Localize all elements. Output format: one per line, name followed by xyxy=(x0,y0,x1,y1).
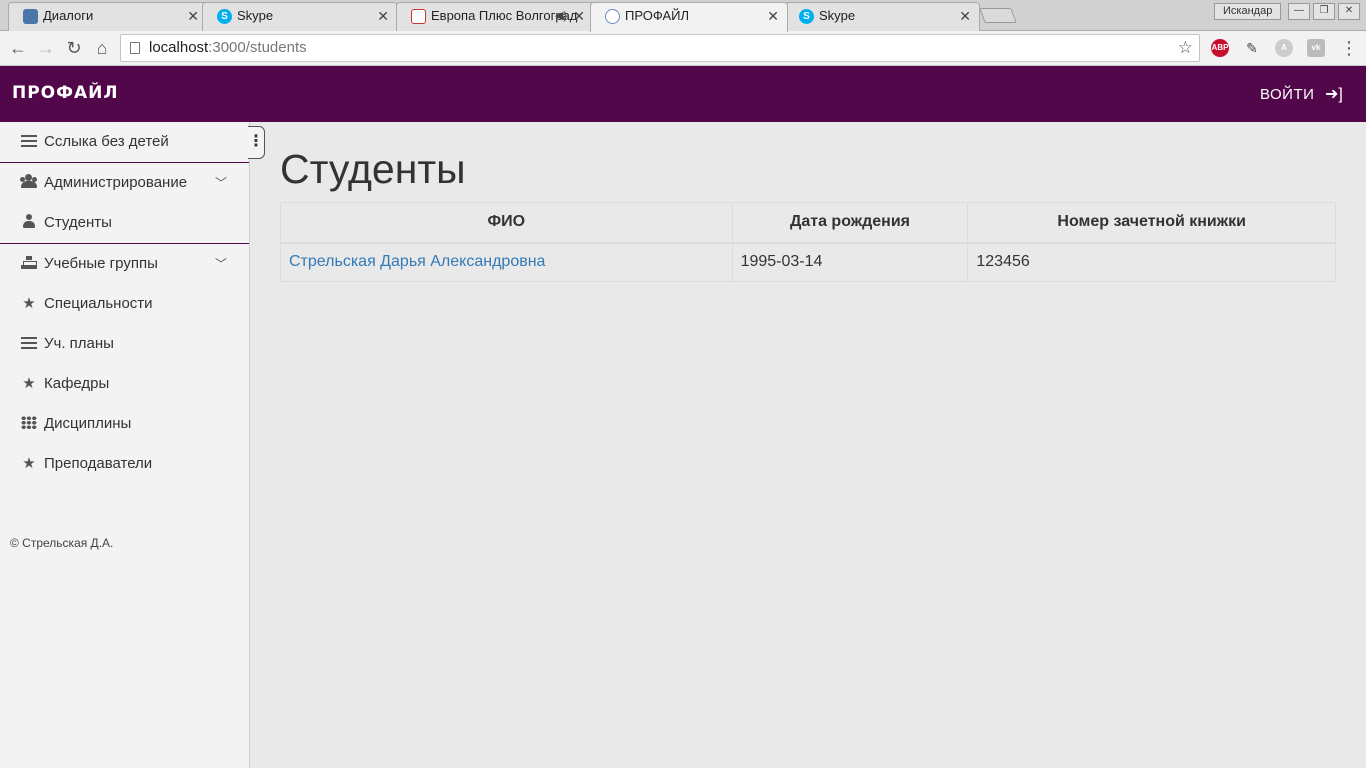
url-path: :3000/students xyxy=(208,39,307,56)
new-tab-button[interactable] xyxy=(979,8,1017,23)
browser-profile-button[interactable]: Искандар xyxy=(1214,3,1282,20)
student-link[interactable]: Стрельская Дарья Александровна xyxy=(289,253,545,270)
restore-icon[interactable]: ❐ xyxy=(1313,3,1335,20)
reload-icon[interactable]: ↻ xyxy=(62,36,86,60)
star-icon: ★ xyxy=(22,455,36,472)
main-content: Студенты ФИО Дата рождения Номер зачетно… xyxy=(250,122,1366,768)
sidebar-item-study-groups[interactable]: Учебные группы ﹀ xyxy=(0,244,249,284)
tab-title: Skype xyxy=(237,8,274,23)
sidebar-item-label: Специальности xyxy=(44,295,153,312)
close-icon[interactable]: ✕ xyxy=(573,3,585,29)
table-cell-fio: Стрельская Дарья Александровна xyxy=(280,242,733,282)
list-icon xyxy=(18,122,40,162)
browser-tab-profile[interactable]: ПРОФАЙЛ ✕ xyxy=(590,2,788,32)
browser-toolbar: ← → ↻ ⌂ localhost:3000/students ☆ ABP ✎ … xyxy=(0,31,1366,66)
color-picker-icon[interactable]: ✎ xyxy=(1243,39,1261,57)
tab-title: Диалоги xyxy=(43,8,94,23)
column-header-fio[interactable]: ФИО xyxy=(280,202,733,244)
sidebar-item-label: Уч. планы xyxy=(44,335,114,352)
browser-tab-skype-2[interactable]: S Skype ✕ xyxy=(784,2,980,31)
login-button[interactable]: ВОЙТИ xyxy=(1260,86,1314,103)
adblock-icon[interactable]: ABP xyxy=(1211,39,1229,57)
close-icon[interactable]: ✕ xyxy=(767,3,779,29)
browser-menu-icon[interactable]: ⋮ xyxy=(1340,37,1358,59)
browser-tab-dialogs[interactable]: Диалоги ✕ xyxy=(8,2,208,31)
tab-title: ПРОФАЙЛ xyxy=(625,8,689,23)
star-icon: ★ xyxy=(22,375,36,392)
close-icon[interactable]: ✕ xyxy=(187,3,199,29)
url-host: localhost xyxy=(149,39,209,56)
sidebar-footer: © Стрельская Д.А. xyxy=(10,536,114,550)
sidebar-item-label: Сслыка без детей xyxy=(44,133,169,150)
close-icon[interactable]: ✕ xyxy=(377,3,389,29)
vk-icon xyxy=(23,9,38,24)
chevron-down-icon: ﹀ xyxy=(214,176,227,190)
close-icon[interactable]: ✕ xyxy=(959,3,971,29)
sidebar-item-administration[interactable]: Администрирование ﹀ xyxy=(0,163,249,203)
browser-tab-skype-1[interactable]: S Skype ✕ xyxy=(202,2,398,31)
sidebar-item-specialties[interactable]: ★ Специальности xyxy=(0,284,249,324)
table-header-row: ФИО Дата рождения Номер зачетной книжки xyxy=(280,202,1336,244)
sidebar-item-label: Учебные группы xyxy=(44,255,158,272)
students-table: ФИО Дата рождения Номер зачетной книжки … xyxy=(280,202,1336,282)
home-icon[interactable]: ⌂ xyxy=(90,36,114,60)
sidebar-item-label: Студенты xyxy=(44,214,112,231)
sitemap-icon xyxy=(18,244,40,284)
page-info-icon[interactable] xyxy=(130,42,140,54)
vk-extension-icon[interactable]: vk xyxy=(1307,39,1325,57)
sidebar: Сслыка без детей Администрирование ﹀ Сту… xyxy=(0,122,250,768)
minimize-icon[interactable]: — xyxy=(1288,3,1310,20)
sidebar-item-students[interactable]: Студенты xyxy=(0,203,249,243)
page-title: Студенты xyxy=(280,146,466,192)
browser-tab-europa-plus[interactable]: Европа Плюс Волгоград ◀) ✕ xyxy=(396,2,594,31)
user-icon xyxy=(18,203,40,243)
bookmark-star-icon[interactable]: ☆ xyxy=(1178,35,1193,61)
table-cell-record-book: 123456 xyxy=(967,242,1336,282)
sidebar-item-departments[interactable]: ★ Кафедры xyxy=(0,364,249,404)
chevron-down-icon: ﹀ xyxy=(214,257,227,271)
app-header: ПРОФАЙЛ ВОЙТИ ➜] xyxy=(0,66,1366,122)
sidebar-item-teachers[interactable]: ★ Преподаватели xyxy=(0,444,249,484)
address-bar[interactable]: localhost:3000/students ☆ xyxy=(120,34,1200,62)
tab-title: Skype xyxy=(819,8,856,23)
sign-in-icon[interactable]: ➜] xyxy=(1325,84,1343,104)
sidebar-item-study-plans[interactable]: Уч. планы xyxy=(0,324,249,364)
sidebar-item-label: Администрирование xyxy=(44,174,188,191)
grid-icon xyxy=(18,404,40,444)
profile-site-icon xyxy=(605,9,620,24)
sidebar-item-label: Преподаватели xyxy=(44,455,153,472)
angular-icon[interactable]: A xyxy=(1275,39,1293,57)
star-icon: ★ xyxy=(22,295,36,312)
sidebar-item-label: Дисциплины xyxy=(44,415,132,432)
column-header-birth-date[interactable]: Дата рождения xyxy=(731,202,969,244)
europa-plus-icon xyxy=(411,9,426,24)
column-header-record-book[interactable]: Номер зачетной книжки xyxy=(967,202,1336,244)
forward-icon[interactable]: → xyxy=(34,36,58,60)
brand-logo[interactable]: ПРОФАЙЛ xyxy=(12,83,119,103)
close-window-icon[interactable]: ✕ xyxy=(1338,3,1360,20)
sidebar-item-link-no-children[interactable]: Сслыка без детей xyxy=(0,122,249,162)
list-icon xyxy=(18,324,40,364)
speaker-icon[interactable]: ◀) xyxy=(555,3,567,29)
table-row: Стрельская Дарья Александровна 1995-03-1… xyxy=(280,242,1336,282)
back-icon[interactable]: ← xyxy=(6,36,30,60)
browser-tab-strip: Диалоги ✕ S Skype ✕ Европа Плюс Волгогра… xyxy=(0,0,1366,32)
sidebar-item-label: Кафедры xyxy=(44,375,110,392)
skype-icon: S xyxy=(799,9,814,24)
users-icon xyxy=(18,163,40,203)
table-cell-birth-date: 1995-03-14 xyxy=(731,242,969,282)
skype-icon: S xyxy=(217,9,232,24)
sidebar-item-disciplines[interactable]: Дисциплины xyxy=(0,404,249,444)
